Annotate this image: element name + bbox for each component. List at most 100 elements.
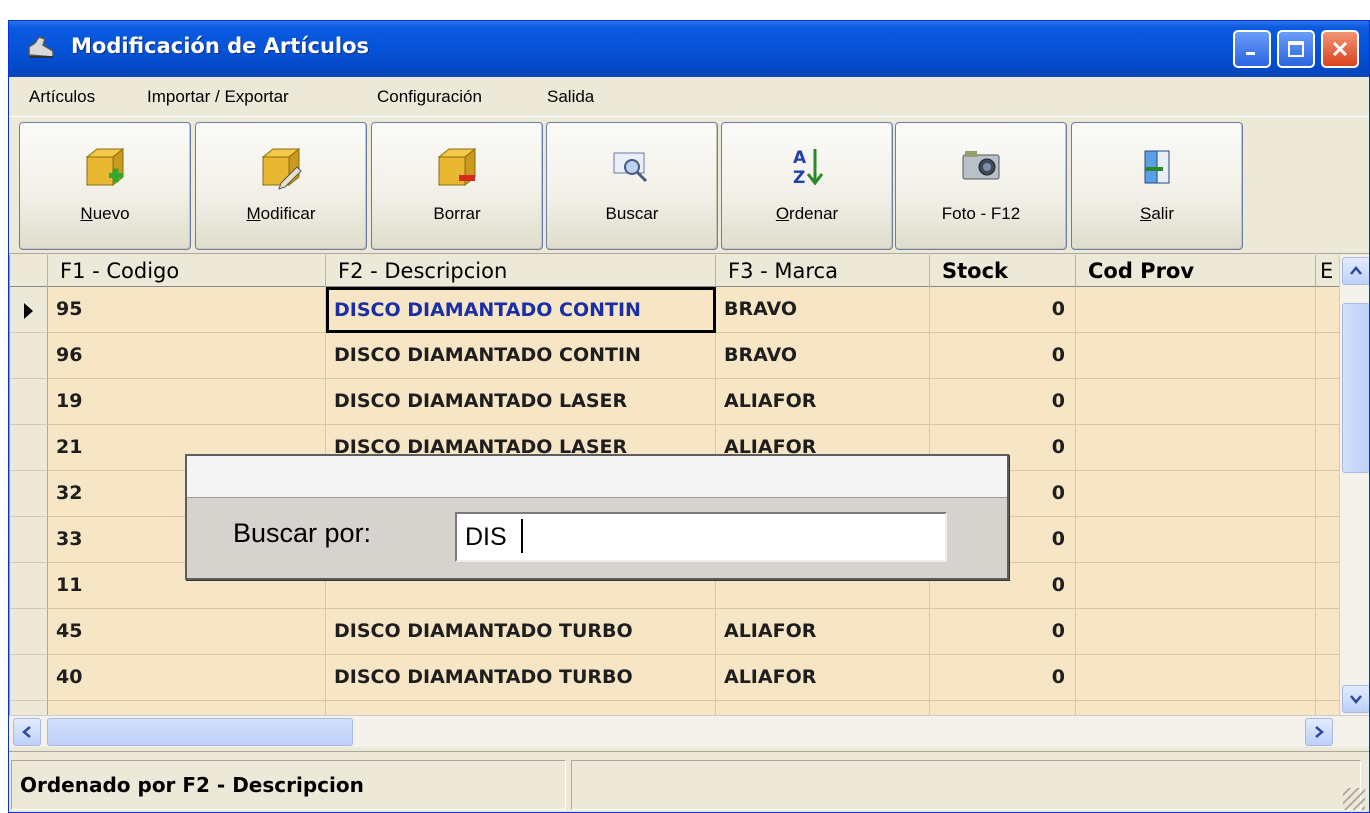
header-e[interactable]: E — [1316, 255, 1340, 287]
table-row[interactable]: 45 DISCO DIAMANTADO TURBO ALIAFOR 0 — [10, 609, 1340, 655]
header-cod-prov[interactable]: Cod Prov — [1076, 255, 1316, 287]
main-window: Modificación de Artículos Artículos Impo… — [8, 20, 1370, 813]
sort-az-icon: A Z — [793, 148, 824, 188]
header-marca[interactable]: F3 - Marca — [716, 255, 930, 287]
cell-cod-prov[interactable] — [1076, 287, 1316, 333]
cell-codigo[interactable]: 45 — [48, 609, 326, 655]
nuevo-button[interactable]: Nuevo — [19, 122, 191, 250]
menu-importar-exportar[interactable]: Importar / Exportar — [147, 87, 289, 107]
buscar-button[interactable]: Buscar — [546, 122, 718, 250]
cell-cod-prov[interactable] — [1076, 563, 1316, 609]
row-indicator[interactable] — [10, 471, 48, 517]
maximize-button[interactable] — [1277, 30, 1315, 68]
search-input[interactable] — [455, 512, 947, 562]
table-row[interactable]: 96 DISCO DIAMANTADO CONTIN BRAVO 0 — [10, 333, 1340, 379]
cell-marca[interactable]: ALIAFOR — [716, 609, 930, 655]
window-title: Modificación de Artículos — [71, 34, 370, 58]
salir-button[interactable]: Salir — [1071, 122, 1243, 250]
borrar-button[interactable]: Borrar — [371, 122, 543, 250]
header-stock[interactable]: Stock — [930, 255, 1076, 287]
minimize-button[interactable] — [1233, 30, 1271, 68]
cell-descripcion[interactable]: DISCO DIAMANTADO TURBO — [326, 609, 716, 655]
chevron-left-icon — [22, 726, 31, 738]
row-indicator[interactable] — [10, 563, 48, 609]
box-delete-icon — [437, 147, 477, 187]
ordenar-button[interactable]: A Z Ordenar — [721, 122, 893, 250]
cell-e[interactable] — [1316, 471, 1340, 517]
table-row[interactable]: 40 DISCO DIAMANTADO TURBO ALIAFOR 0 — [10, 655, 1340, 701]
scroll-left-button[interactable] — [13, 718, 41, 746]
header-descripcion[interactable]: F2 - Descripcion — [326, 255, 716, 287]
cell-marca[interactable]: ALIAFOR — [716, 655, 930, 701]
modificar-button[interactable]: Modificar — [195, 122, 367, 250]
horizontal-scroll-thumb[interactable] — [47, 718, 353, 746]
cell-cod-prov[interactable] — [1076, 379, 1316, 425]
header-codigo[interactable]: F1 - Codigo — [48, 255, 326, 287]
scroll-down-button[interactable] — [1342, 685, 1369, 713]
cell-stock[interactable]: 0 — [930, 609, 1076, 655]
horizontal-scrollbar[interactable] — [9, 715, 1369, 747]
row-indicator[interactable] — [10, 287, 48, 333]
foto-button[interactable]: Foto - F12 — [895, 122, 1067, 250]
resize-grip[interactable] — [1343, 788, 1365, 810]
current-row-arrow-icon — [24, 303, 33, 319]
search-dialog: Buscar por: — [185, 454, 1009, 580]
cell-cod-prov[interactable] — [1076, 333, 1316, 379]
table-row[interactable]: 95 DISCO DIAMANTADO CONTIN BRAVO 0 — [10, 287, 1340, 333]
menu-articulos[interactable]: Artículos — [29, 87, 95, 107]
table-row[interactable]: 19 DISCO DIAMANTADO LASER ALIAFOR 0 — [10, 379, 1340, 425]
search-dialog-caption[interactable] — [187, 456, 1007, 498]
cell-e[interactable] — [1316, 379, 1340, 425]
menu-configuracion[interactable]: Configuración — [377, 87, 482, 107]
chevron-right-icon — [1315, 726, 1324, 738]
cell-cod-prov[interactable] — [1076, 609, 1316, 655]
cell-e[interactable] — [1316, 425, 1340, 471]
row-indicator[interactable] — [10, 379, 48, 425]
cell-descripcion[interactable]: DISCO DIAMANTADO LASER — [326, 379, 716, 425]
row-indicator[interactable] — [10, 517, 48, 563]
cell-marca[interactable]: BRAVO — [716, 287, 930, 333]
cell-cod-prov[interactable] — [1076, 655, 1316, 701]
cell-cod-prov[interactable] — [1076, 425, 1316, 471]
cell-stock[interactable]: 0 — [930, 655, 1076, 701]
cell-stock[interactable]: 0 — [930, 287, 1076, 333]
row-indicator[interactable] — [10, 655, 48, 701]
title-bar[interactable]: Modificación de Artículos — [9, 21, 1369, 77]
vertical-scroll-thumb[interactable] — [1342, 303, 1369, 473]
cell-stock[interactable]: 0 — [930, 333, 1076, 379]
menu-bar: Artículos Importar / Exportar Configurac… — [9, 77, 1369, 117]
cell-descripcion[interactable]: DISCO DIAMANTADO CONTIN — [326, 287, 716, 333]
cell-descripcion[interactable]: DISCO DIAMANTADO CONTIN — [326, 333, 716, 379]
status-pane-empty — [571, 760, 1361, 810]
foto-label: Foto - F12 — [941, 204, 1021, 223]
cell-cod-prov[interactable] — [1076, 471, 1316, 517]
box-add-icon — [85, 147, 125, 187]
cell-marca[interactable]: BRAVO — [716, 333, 930, 379]
menu-salida[interactable]: Salida — [547, 87, 594, 107]
cell-codigo[interactable]: 95 — [48, 287, 326, 333]
cell-codigo[interactable]: 40 — [48, 655, 326, 701]
cell-e[interactable] — [1316, 655, 1340, 701]
cell-stock[interactable]: 0 — [930, 379, 1076, 425]
cell-marca[interactable]: ALIAFOR — [716, 379, 930, 425]
row-indicator[interactable] — [10, 333, 48, 379]
close-button[interactable] — [1321, 30, 1359, 68]
row-indicator[interactable] — [10, 425, 48, 471]
toolbar: Nuevo Modificar Borrar Buscar A Z Ordena… — [9, 118, 1369, 254]
cell-e[interactable] — [1316, 517, 1340, 563]
cell-codigo[interactable]: 19 — [48, 379, 326, 425]
cell-e[interactable] — [1316, 609, 1340, 655]
grid-header: F1 - Codigo F2 - Descripcion F3 - Marca … — [10, 255, 1340, 287]
cell-codigo[interactable]: 96 — [48, 333, 326, 379]
vertical-scrollbar[interactable] — [1339, 255, 1369, 715]
scroll-right-button[interactable] — [1305, 718, 1333, 746]
row-indicator[interactable] — [10, 609, 48, 655]
cell-descripcion[interactable]: DISCO DIAMANTADO TURBO — [326, 655, 716, 701]
scroll-up-button[interactable] — [1342, 257, 1369, 285]
camera-icon — [962, 151, 1000, 180]
cell-e[interactable] — [1316, 287, 1340, 333]
ordenar-label: Ordenar — [775, 204, 839, 223]
cell-e[interactable] — [1316, 333, 1340, 379]
cell-cod-prov[interactable] — [1076, 517, 1316, 563]
cell-e[interactable] — [1316, 563, 1340, 609]
